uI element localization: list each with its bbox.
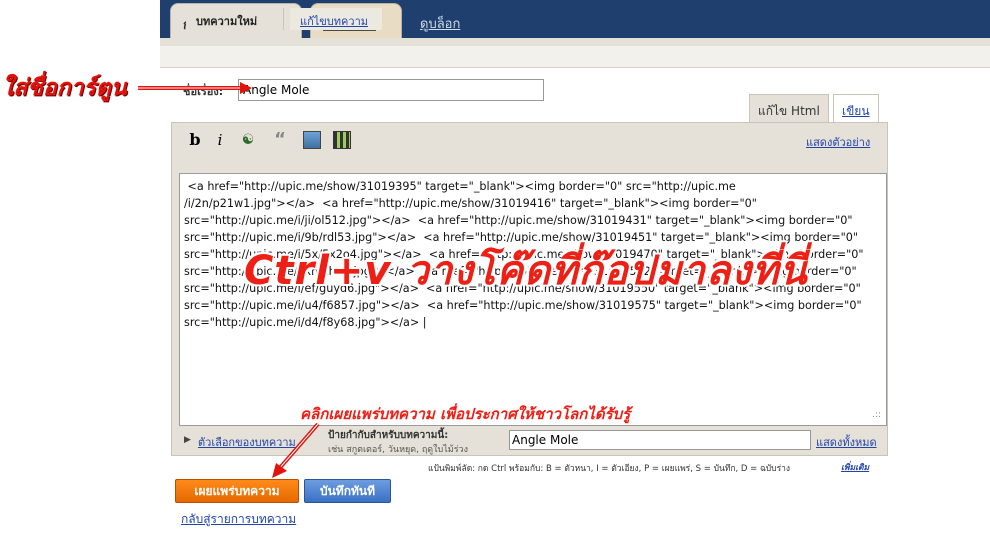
subtab-new-post[interactable]: บทความใหม่: [186, 8, 284, 30]
publish-button[interactable]: เผยแพร่บทความ: [175, 479, 299, 503]
quote-icon[interactable]: “: [271, 131, 289, 149]
subtab-bar: [160, 38, 990, 68]
tab-edit-html[interactable]: แก้ไข Html: [749, 94, 829, 124]
labels-input[interactable]: [509, 430, 811, 450]
post-options-link[interactable]: ตัวเลือกของบทความ: [198, 433, 296, 451]
code-line: <a href="http://upic.me/show/31019395" t…: [184, 180, 736, 193]
annotation-paste-code: Ctrl+v วางโค๊ดที่ก๊อปมาลงที่นี่: [244, 248, 808, 294]
labels-heading: ป้ายกำกับสำหรับบทความนี้:: [328, 430, 449, 441]
labels-hint: เช่น สกูตเตอร์, วันหยุด, ฤดูใบไม้ร่วง: [328, 445, 468, 455]
code-line: src="http://upic.me/i/ji/ol512.jpg"></a>…: [184, 214, 853, 227]
post-title-input[interactable]: [238, 79, 544, 101]
image-icon[interactable]: [303, 131, 321, 149]
code-line: src="http://upic.me/i/d4/f8y68.jpg"></a>…: [184, 316, 427, 329]
back-to-posts-link[interactable]: กลับสู่รายการบทความ: [181, 510, 296, 529]
resize-grip-icon[interactable]: .::: [872, 410, 881, 420]
video-icon[interactable]: [333, 131, 351, 149]
annotation-cartoon-name: ใส่ชื่อการ์ตูน: [2, 75, 127, 101]
preview-link[interactable]: แสดงตัวอย่าง: [806, 133, 870, 151]
view-blog-link[interactable]: ดูบล็อก: [420, 13, 460, 34]
post-title-label: ชื่อเรื่อง:: [183, 85, 224, 98]
bold-button[interactable]: b: [186, 131, 204, 149]
shortcuts-more-link[interactable]: เพิ่มเติม: [841, 460, 869, 474]
keyboard-shortcuts-text: แป้นพิมพ์ลัด: กด Ctrl พร้อมกับ: B = ตัวห…: [428, 464, 791, 474]
code-line: /i/2n/p21w1.jpg"></a> <a href="http://up…: [184, 197, 757, 210]
link-icon[interactable]: ☯: [239, 131, 257, 149]
tab-compose[interactable]: เขียน: [833, 94, 879, 124]
annotation-publish-hint: คลิกเผยแพร่บทความ เพื่อประกาศให้ชาวโลกได…: [300, 405, 631, 423]
triangle-right-icon[interactable]: ▶: [184, 435, 191, 445]
italic-button[interactable]: i: [211, 131, 229, 149]
subtab-edit-posts[interactable]: แก้ไขบทความ: [290, 8, 382, 30]
show-all-labels-link[interactable]: แสดงทั้งหมด: [816, 433, 877, 451]
save-now-button[interactable]: บันทึกทันที: [304, 479, 391, 503]
